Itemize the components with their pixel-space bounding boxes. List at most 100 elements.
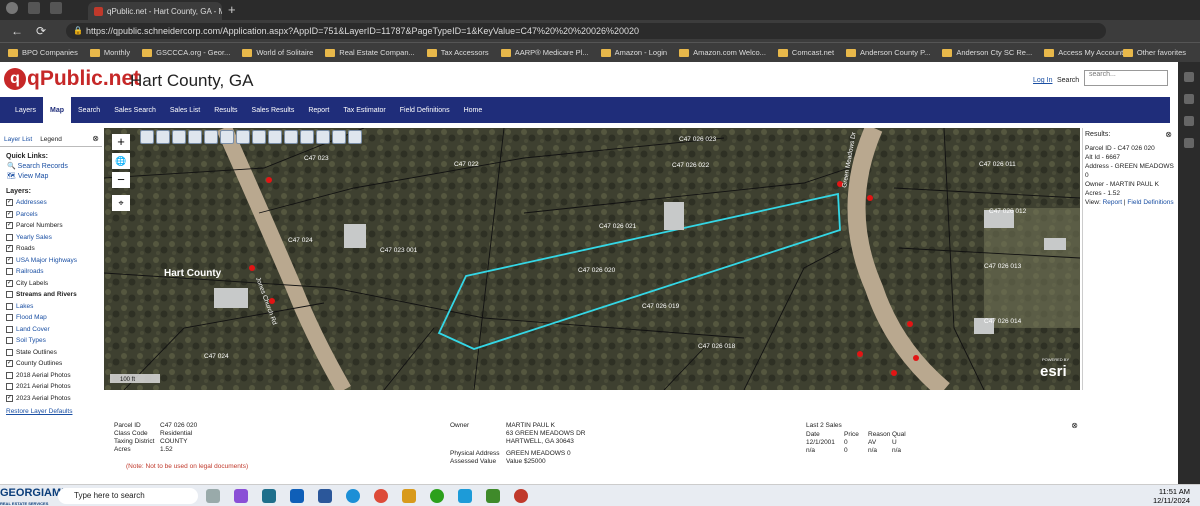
- bookmark-item[interactable]: AARP® Medicare Pl...: [500, 48, 589, 57]
- bookmark-item[interactable]: Comcast.net: [777, 48, 834, 57]
- close-detail-icon[interactable]: ⊗: [1071, 421, 1078, 430]
- menu-results[interactable]: Results: [207, 97, 244, 123]
- search-records-link[interactable]: 🔍 Search Records: [7, 162, 102, 172]
- task-view-icon[interactable]: [206, 489, 220, 503]
- layer-item[interactable]: Flood Map: [6, 312, 102, 324]
- workspace-icon[interactable]: [28, 2, 40, 14]
- menu-layers[interactable]: Layers: [8, 97, 43, 123]
- layer-checkbox[interactable]: ✓: [6, 222, 13, 230]
- profile-icon[interactable]: [6, 2, 18, 14]
- layer-item[interactable]: Lakes: [6, 301, 102, 313]
- tab-layer-list[interactable]: Layer List: [0, 136, 36, 143]
- edge-icon[interactable]: [346, 489, 360, 503]
- locate-icon[interactable]: ⌖: [112, 195, 130, 211]
- menu-report[interactable]: Report: [301, 97, 336, 123]
- layer-item[interactable]: Land Cover: [6, 324, 102, 336]
- zoom-out-button[interactable]: −: [112, 172, 130, 188]
- layer-checkbox[interactable]: [6, 383, 13, 391]
- back-icon[interactable]: ←: [10, 24, 24, 38]
- draw-icon[interactable]: [204, 130, 218, 144]
- layers-icon[interactable]: [252, 130, 266, 144]
- search-map-icon[interactable]: [268, 130, 282, 144]
- layer-item[interactable]: ✓ Parcel Numbers: [6, 220, 102, 232]
- tab-actions-icon[interactable]: [50, 2, 62, 14]
- field-definitions-link[interactable]: Field Definitions: [1127, 199, 1173, 206]
- layer-checkbox[interactable]: [6, 337, 13, 345]
- word-icon[interactable]: [318, 489, 332, 503]
- globe-icon[interactable]: 🌐: [112, 153, 130, 169]
- menu-tax-estimator[interactable]: Tax Estimator: [336, 97, 392, 123]
- sidebar-tools-icon[interactable]: [1184, 94, 1194, 104]
- layer-checkbox[interactable]: [6, 268, 13, 276]
- sidebar-add-icon[interactable]: [1184, 138, 1194, 148]
- bookmark-item[interactable]: BPO Companies: [8, 48, 78, 57]
- layer-item[interactable]: State Outlines: [6, 347, 102, 359]
- url-field[interactable]: 🔒 https://qpublic.schneidercorp.com/Appl…: [66, 23, 1106, 39]
- view-map-link[interactable]: 🗺 View Map: [7, 172, 102, 182]
- bookmark-item[interactable]: Amazon - Login: [600, 48, 667, 57]
- layer-item[interactable]: ✓ Roads: [6, 243, 102, 255]
- bookmark-item[interactable]: Monthly: [89, 48, 130, 57]
- layer-checkbox[interactable]: ✓: [6, 360, 13, 368]
- bookmark-item[interactable]: GSCCCA.org - Geor...: [142, 48, 230, 57]
- close-icon[interactable]: ⊗: [92, 134, 99, 143]
- teams-icon[interactable]: [262, 489, 276, 503]
- layer-checkbox[interactable]: ✓: [6, 245, 13, 253]
- bookmark-item[interactable]: World of Solitaire: [242, 48, 313, 57]
- layer-item[interactable]: ✓ County Outlines: [6, 358, 102, 370]
- layer-checkbox[interactable]: [6, 348, 13, 356]
- system-clock[interactable]: 11:51 AM 12/11/2024: [1153, 487, 1190, 505]
- chrome-icon[interactable]: [374, 489, 388, 503]
- layer-checkbox[interactable]: ✓: [6, 279, 13, 287]
- app-icon[interactable]: [486, 489, 500, 503]
- bookmark-item[interactable]: Amazon.com Welco...: [679, 48, 766, 57]
- store-icon[interactable]: [458, 489, 472, 503]
- qpublic-logo[interactable]: q qPublic.net: [4, 68, 140, 90]
- menu-map[interactable]: Map: [43, 97, 72, 123]
- menu-home[interactable]: Home: [457, 97, 490, 123]
- layer-item[interactable]: Yearly Sales: [6, 232, 102, 244]
- login-link[interactable]: Log In: [1033, 77, 1052, 84]
- app2-icon[interactable]: [514, 489, 528, 503]
- menu-sales-search[interactable]: Sales Search: [107, 97, 163, 123]
- browser-tab[interactable]: qPublic.net - Hart County, GA - M ✕: [88, 2, 222, 20]
- layer-item[interactable]: ✓ Addresses: [6, 197, 102, 209]
- file-explorer-icon[interactable]: [402, 489, 416, 503]
- layer-checkbox[interactable]: [6, 233, 13, 241]
- layer-item[interactable]: Streams and Rivers: [6, 289, 102, 301]
- search-input[interactable]: search...: [1084, 70, 1168, 86]
- print-icon[interactable]: [220, 130, 234, 144]
- layer-item[interactable]: Railroads: [6, 266, 102, 278]
- taskbar-search-input[interactable]: Type here to search: [58, 488, 198, 504]
- map-view[interactable]: Hart County C47 023 C47 022 C47 026 023 C47…: [104, 128, 1080, 390]
- result-card[interactable]: Parcel ID - C47 026 020 Alt Id - 6667 Ad…: [1085, 144, 1174, 207]
- menu-search[interactable]: Search: [71, 97, 107, 123]
- bookmark-item[interactable]: Access My Account...: [1044, 48, 1130, 57]
- layer-item[interactable]: ✓ City Labels: [6, 278, 102, 290]
- zoom-box-icon[interactable]: [188, 130, 202, 144]
- buffer-icon[interactable]: [300, 130, 314, 144]
- layer-checkbox[interactable]: [6, 371, 13, 379]
- measure-icon[interactable]: [236, 130, 250, 144]
- outlook-icon[interactable]: [290, 489, 304, 503]
- refresh-icon[interactable]: ⟳: [34, 24, 48, 38]
- layer-item[interactable]: Soil Types: [6, 335, 102, 347]
- map-canvas[interactable]: Hart County C47 023 C47 022 C47 026 023 C47…: [104, 128, 1080, 390]
- bookmark-item[interactable]: Tax Accessors: [426, 48, 489, 57]
- other-favorites[interactable]: Other favorites: [1122, 48, 1186, 57]
- layer-checkbox[interactable]: ✓: [6, 199, 13, 207]
- layer-item[interactable]: ✓ USA Major Highways: [6, 255, 102, 267]
- layer-item[interactable]: 2018 Aerial Photos: [6, 370, 102, 382]
- save-icon[interactable]: [348, 130, 362, 144]
- previous-extent-icon[interactable]: [316, 130, 330, 144]
- close-results-icon[interactable]: ⊗: [1165, 130, 1172, 139]
- sidebar-search-icon[interactable]: [1184, 72, 1194, 82]
- layer-item[interactable]: ✓ Parcels: [6, 209, 102, 221]
- pan-icon[interactable]: [172, 130, 186, 144]
- layer-checkbox[interactable]: ✓: [6, 256, 13, 264]
- zoom-in-button[interactable]: +: [112, 134, 130, 150]
- layer-checkbox[interactable]: ✓: [6, 210, 13, 218]
- next-extent-icon[interactable]: [332, 130, 346, 144]
- quickbooks-icon[interactable]: [430, 489, 444, 503]
- tab-legend[interactable]: Legend: [36, 136, 66, 143]
